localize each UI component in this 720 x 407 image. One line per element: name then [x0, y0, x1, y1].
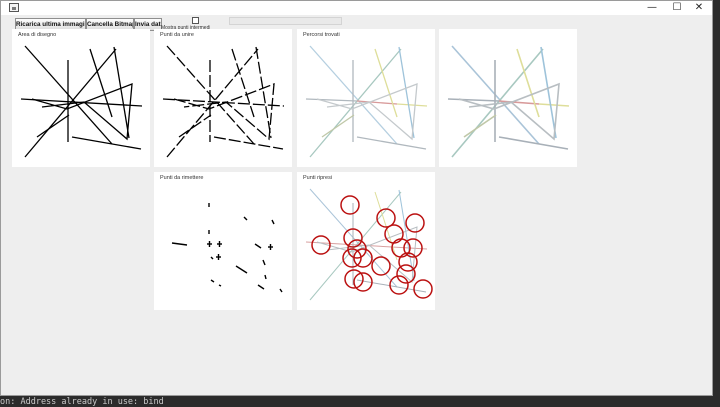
- recovered-points-panel: Punti ripresi: [297, 172, 435, 310]
- recovered-points-canvas: [305, 188, 433, 301]
- maximize-button[interactable]: ☐: [666, 1, 688, 15]
- paths-found-canvas: [305, 45, 428, 158]
- points-to-restore-canvas: [171, 203, 283, 293]
- progress-bar: [229, 17, 342, 25]
- paths-overlay-panel: [439, 29, 577, 167]
- java-app-icon: [9, 3, 19, 12]
- points-to-restore-panel: Punti da rimettere: [154, 172, 292, 310]
- show-intermediate-points-checkbox[interactable]: [192, 17, 199, 24]
- app-window: — ☐ ✕ Ricarica ultima immagine Cancella …: [0, 0, 713, 396]
- points-to-join-panel: Punti da unire: [154, 29, 292, 167]
- points-to-join-canvas: [162, 45, 285, 158]
- console-output-line: on: Address already in use: bind: [0, 397, 164, 407]
- close-button[interactable]: ✕: [688, 1, 710, 15]
- paths-found-panel: Percorsi trovati: [297, 29, 435, 167]
- drawing-area-canvas[interactable]: [12, 29, 150, 167]
- paths-overlay-canvas: [447, 45, 570, 158]
- title-bar: — ☐ ✕: [1, 1, 712, 15]
- minimize-button[interactable]: —: [641, 1, 663, 15]
- drawing-area-panel[interactable]: Area di disegno: [12, 29, 150, 167]
